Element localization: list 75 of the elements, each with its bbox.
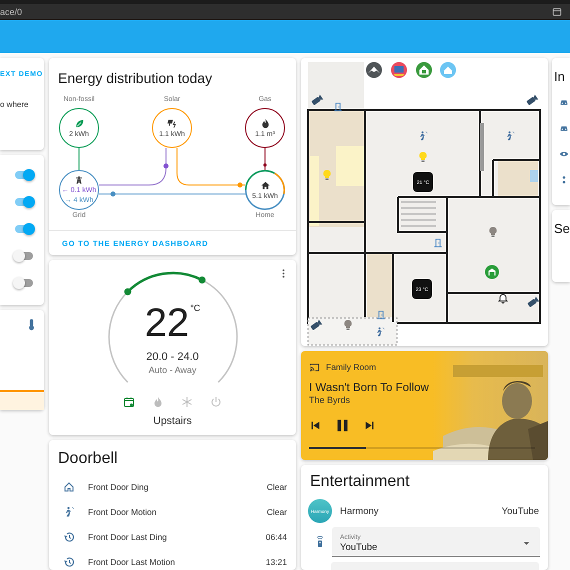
entity-state: YouTube <box>502 506 539 516</box>
entity-state: 13:21 <box>266 556 287 566</box>
camera-icon[interactable] <box>311 94 324 106</box>
window-icon[interactable] <box>552 6 562 16</box>
card-title: Entertainment <box>309 473 411 491</box>
entity-name[interactable]: Front Door Last Motion <box>88 556 266 566</box>
camera-icon[interactable] <box>310 320 322 331</box>
camera-icon[interactable] <box>527 296 540 308</box>
skip-previous-icon <box>309 418 322 432</box>
light-bulb-icon[interactable] <box>344 320 352 330</box>
home-outline-icon <box>63 480 75 492</box>
house-icon <box>260 180 270 190</box>
entity-state: 06:44 <box>266 532 287 542</box>
skip-next-icon <box>363 418 376 432</box>
flow-line <box>98 148 168 186</box>
entity-name[interactable]: Front Door Ding <box>88 482 267 492</box>
cast-icon <box>309 362 320 372</box>
remote-icon <box>314 536 326 548</box>
power-icon <box>210 396 222 408</box>
history-icon <box>63 556 75 568</box>
entity-name[interactable]: Harmony <box>340 506 502 516</box>
history-icon <box>63 530 75 542</box>
dial-track-segment[interactable] <box>217 304 238 383</box>
entity-state: Clear <box>266 506 287 516</box>
current-temperature: 22 <box>144 301 190 345</box>
doorbell-icon[interactable] <box>499 294 507 303</box>
snowflake-icon <box>181 396 193 408</box>
mountain-icon[interactable] <box>366 62 382 78</box>
thermostat-name: Upstairs <box>153 414 192 428</box>
house-lock-icon[interactable] <box>416 62 432 78</box>
card-title: In <box>554 69 566 85</box>
light-bulb-icon[interactable] <box>323 170 331 180</box>
target-range-arc[interactable] <box>124 272 206 296</box>
camera-icon[interactable] <box>526 94 538 106</box>
toggle-switch[interactable] <box>13 277 35 289</box>
temperature-unit: °C <box>190 302 200 315</box>
auto-mode-button[interactable] <box>122 395 136 409</box>
description-text: o where <box>0 100 28 110</box>
entity-state: Clear <box>266 482 287 492</box>
entity-name[interactable]: Front Door Last Ding <box>88 532 266 542</box>
solar-panel-icon <box>166 118 178 128</box>
flow-line <box>176 148 246 188</box>
card-title: Se <box>554 221 570 237</box>
track-artist: The Byrds <box>309 395 352 406</box>
hvac-mode: Auto - Away <box>148 364 196 376</box>
flow-line <box>263 148 267 170</box>
toggle-switch[interactable] <box>13 223 35 235</box>
track-title: I Wasn't Born To Follow <box>309 381 430 395</box>
door-icon[interactable] <box>334 103 342 111</box>
dial-track-segment[interactable] <box>108 291 128 383</box>
previous-button[interactable] <box>309 418 322 432</box>
alert-bar <box>0 390 44 410</box>
flow-line <box>78 148 80 170</box>
calendar-icon <box>123 396 135 408</box>
flame-icon <box>152 396 164 408</box>
address-text[interactable]: ace/0 <box>0 6 22 16</box>
toggle-switch[interactable] <box>13 196 35 208</box>
garage-icon[interactable] <box>485 265 499 279</box>
flame-icon <box>260 118 270 128</box>
motion-sensor-icon[interactable] <box>508 131 514 140</box>
tv-icon[interactable] <box>391 62 407 78</box>
light-bulb-icon[interactable] <box>419 152 427 162</box>
toggle-switch[interactable] <box>13 250 35 262</box>
target-range: 20.0 - 24.0 <box>146 351 199 364</box>
card-title: Energy distribution today <box>57 69 214 86</box>
leaf-icon <box>74 118 84 128</box>
entity-name[interactable]: Front Door Motion <box>88 506 267 516</box>
toggle-switch[interactable] <box>13 169 35 181</box>
motion-sensor-icon[interactable] <box>420 131 428 140</box>
card-title: Doorbell <box>57 450 119 468</box>
light-bulb-icon[interactable] <box>489 227 497 237</box>
media-source: Family Room <box>326 362 376 372</box>
next-button[interactable] <box>363 418 376 432</box>
transmission-tower-icon <box>74 175 84 185</box>
motion-sensor-icon[interactable] <box>378 327 384 336</box>
